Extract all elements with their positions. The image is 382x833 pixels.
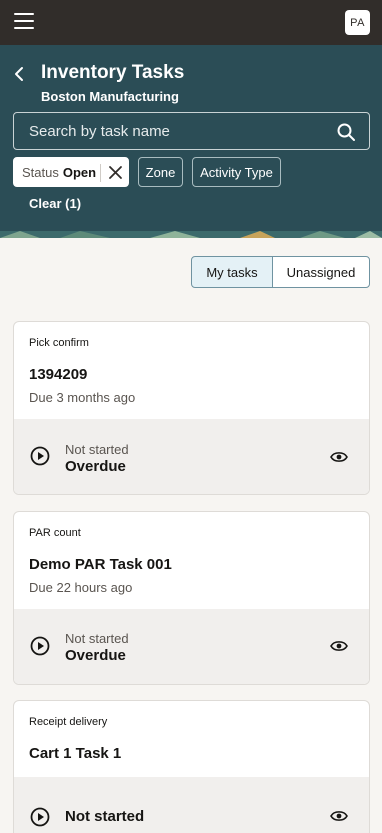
task-card[interactable]: Receipt delivery Cart 1 Task 1 Not start… [13, 700, 370, 833]
task-id: Demo PAR Task 001 [29, 556, 172, 573]
task-status: Not started [65, 442, 129, 457]
zone-filter-chip[interactable]: Zone [138, 157, 183, 187]
task-type: Receipt delivery [29, 716, 108, 728]
unassigned-toggle[interactable]: Unassigned [272, 256, 370, 288]
search-icon[interactable] [336, 122, 356, 142]
eye-icon[interactable] [330, 450, 348, 464]
page-header: Inventory Tasks Boston Manufacturing Sta… [0, 45, 382, 238]
play-icon[interactable] [30, 446, 50, 466]
task-card[interactable]: PAR count Demo PAR Task 001 Due 22 hours… [13, 511, 370, 685]
close-icon[interactable] [108, 165, 123, 180]
chip-divider [100, 164, 101, 182]
top-bar: PA [0, 0, 382, 45]
page-subtitle: Boston Manufacturing [41, 89, 179, 104]
eye-icon[interactable] [330, 639, 348, 653]
clear-filters-link[interactable]: Clear (1) [29, 196, 81, 211]
header-decorative-pattern [0, 231, 382, 238]
play-icon[interactable] [30, 807, 50, 827]
task-id: 1394209 [29, 366, 88, 383]
task-status: Not started [65, 808, 145, 825]
task-type: Pick confirm [29, 337, 89, 349]
task-overdue-flag: Overdue [65, 647, 126, 664]
task-id: Cart 1 Task 1 [29, 745, 122, 762]
user-avatar[interactable]: PA [345, 10, 370, 35]
task-card-footer: Not started Overdue [14, 419, 369, 494]
my-tasks-toggle[interactable]: My tasks [191, 256, 273, 288]
task-type: PAR count [29, 527, 81, 539]
task-due: Due 3 months ago [29, 390, 136, 405]
task-card-footer: Not started [14, 777, 369, 833]
page-title: Inventory Tasks [41, 62, 185, 83]
task-status: Not started [65, 631, 129, 646]
task-card-footer: Not started Overdue [14, 609, 369, 684]
hamburger-menu-icon[interactable] [14, 13, 34, 30]
play-icon[interactable] [30, 636, 50, 656]
search-input[interactable] [29, 121, 329, 141]
task-card[interactable]: Pick confirm 1394209 Due 3 months ago No… [13, 321, 370, 495]
status-filter-label: Status [22, 164, 59, 180]
status-filter-value: Open [62, 164, 97, 180]
chevron-left-icon[interactable] [11, 65, 27, 83]
status-filter-chip[interactable]: Status Open [13, 157, 129, 187]
eye-icon[interactable] [330, 809, 348, 823]
activity-type-filter-chip[interactable]: Activity Type [192, 157, 281, 187]
task-overdue-flag: Overdue [65, 458, 126, 475]
search-box [13, 112, 370, 150]
task-due: Due 22 hours ago [29, 580, 133, 595]
